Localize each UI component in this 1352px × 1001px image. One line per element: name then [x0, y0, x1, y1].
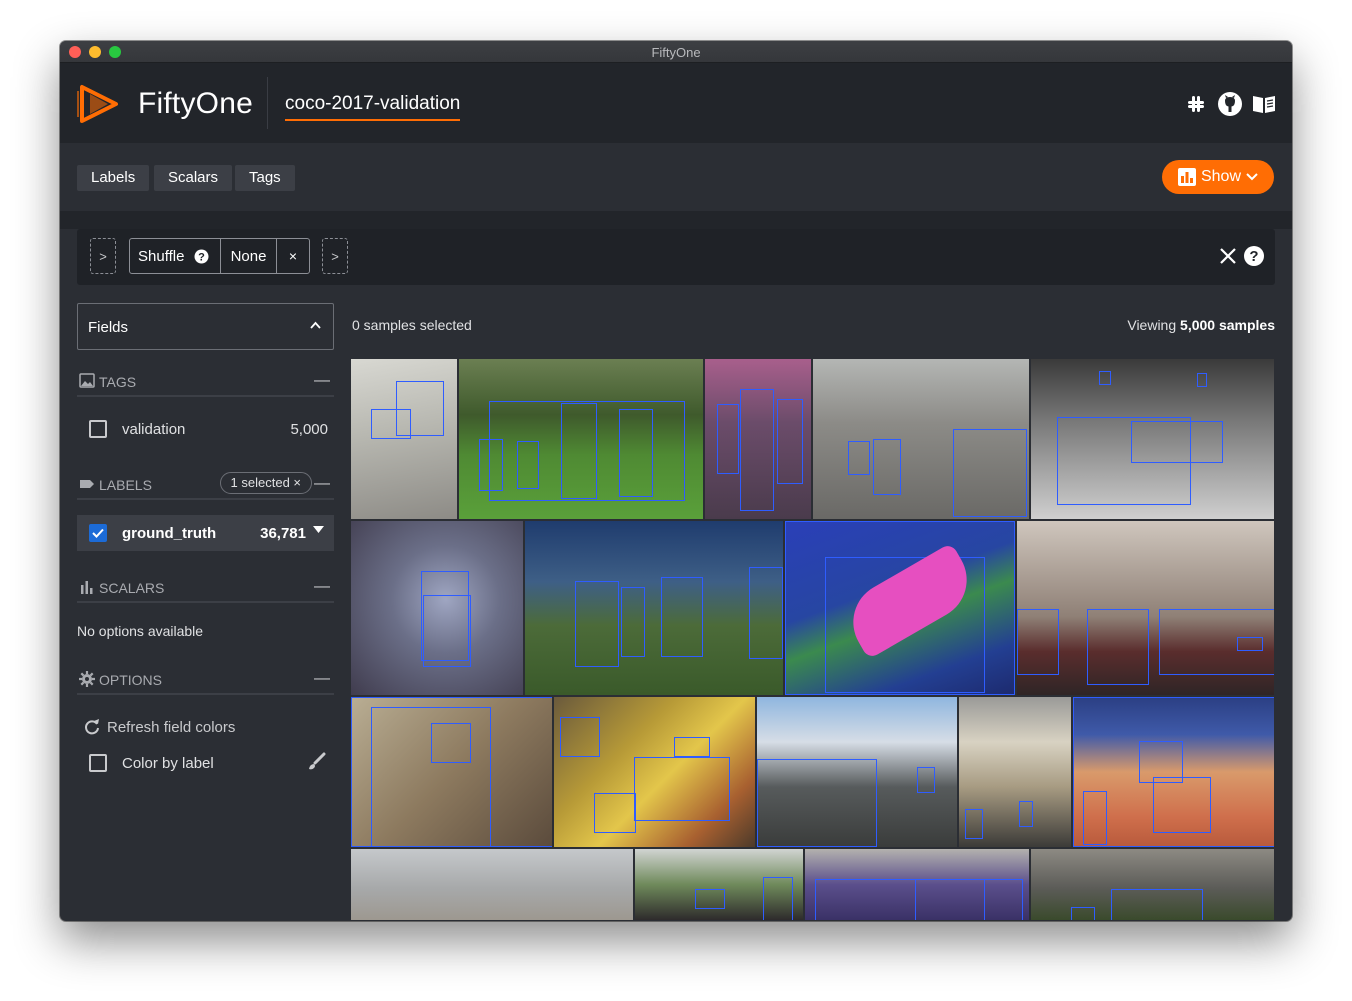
sample-tile[interactable] — [1030, 848, 1275, 921]
refresh-icon — [85, 719, 99, 735]
remove-stage-button[interactable]: × — [277, 239, 309, 273]
scalars-section-header[interactable]: SCALARS — — [77, 573, 334, 603]
labels-selected-chip[interactable]: 1 selected × — [219, 472, 312, 494]
app-window: FiftyOne FiftyOne coco-2017-validation L… — [60, 41, 1292, 921]
sample-tile[interactable] — [1030, 358, 1275, 520]
options-section-header[interactable]: OPTIONS — — [77, 665, 334, 695]
sample-tile[interactable] — [634, 848, 804, 921]
chevron-down-icon — [1246, 173, 1258, 181]
collapse-tags-button[interactable]: — — [314, 372, 330, 390]
window-title: FiftyOne — [651, 45, 701, 60]
label-count: 36,781 — [260, 525, 306, 542]
gear-icon — [79, 671, 95, 687]
tags-section-title: TAGS — [99, 374, 137, 390]
sample-tile[interactable] — [350, 696, 553, 848]
tab-tags[interactable]: Tags — [235, 165, 295, 191]
fields-label: Fields — [88, 319, 129, 336]
tag-count: 5,000 — [290, 421, 328, 438]
scalars-empty-text: No options available — [77, 623, 204, 639]
show-button-label: Show — [1200, 168, 1242, 185]
viewing-count-text: Viewing 5,000 samples — [1127, 317, 1275, 333]
sample-grid-panel: 0 samples selected Viewing 5,000 samples — [350, 303, 1275, 921]
labels-section-title: LABELS — [99, 477, 152, 493]
tag-checkbox[interactable] — [89, 420, 107, 438]
sample-tile[interactable] — [350, 358, 458, 520]
options-section-title: OPTIONS — [99, 672, 163, 688]
show-button[interactable]: Show — [1162, 160, 1274, 194]
sample-tile[interactable] — [1016, 520, 1275, 696]
add-stage-button[interactable]: > — [90, 238, 116, 274]
title-bar: FiftyOne — [60, 41, 1292, 63]
collapse-labels-button[interactable]: — — [314, 475, 330, 493]
sample-tile[interactable] — [756, 696, 958, 848]
label-row-ground-truth[interactable]: ground_truth 36,781 — [77, 515, 334, 551]
sample-tile[interactable] — [784, 520, 1016, 696]
color-by-label-checkbox[interactable] — [89, 754, 107, 772]
scalars-section-title: SCALARS — [99, 580, 165, 596]
label-tag-icon — [80, 480, 94, 488]
refresh-field-colors-button[interactable]: Refresh field colors — [77, 716, 334, 746]
refresh-field-colors-label: Refresh field colors — [107, 719, 236, 736]
tab-labels[interactable]: Labels — [77, 165, 150, 191]
collapse-options-button[interactable]: — — [314, 670, 330, 688]
paint-brush-icon[interactable] — [306, 752, 326, 772]
help-icon[interactable]: ? — [194, 249, 209, 264]
label-checkbox[interactable] — [89, 524, 107, 542]
tags-section-header[interactable]: TAGS — — [77, 367, 334, 397]
labels-section-header[interactable]: LABELS 1 selected × — — [77, 470, 334, 500]
color-by-label-text: Color by label — [122, 755, 214, 772]
sample-tile[interactable] — [704, 358, 812, 520]
chevron-up-icon — [310, 321, 321, 329]
caret-down-icon[interactable] — [313, 526, 324, 533]
sample-tile[interactable] — [350, 848, 634, 921]
docs-book-icon[interactable] — [1250, 91, 1278, 117]
sample-tile[interactable] — [1072, 696, 1275, 848]
collapse-scalars-button[interactable]: — — [314, 578, 330, 596]
dataset-selector[interactable]: coco-2017-validation — [285, 93, 461, 121]
color-by-label-row[interactable]: Color by label — [77, 745, 334, 781]
viewing-prefix: Viewing — [1127, 317, 1177, 333]
image-icon — [79, 373, 95, 388]
stage-param-input[interactable]: None — [221, 239, 277, 273]
tag-row-validation[interactable]: validation 5,000 — [77, 411, 334, 447]
samples-selected-text: 0 samples selected — [352, 317, 472, 333]
sample-tile[interactable] — [812, 358, 1030, 520]
app-name[interactable]: FiftyOne — [138, 87, 253, 121]
checkmark-icon — [92, 528, 104, 538]
app-header: FiftyOne coco-2017-validation — [60, 63, 1292, 143]
tabs-bar: Labels Scalars Tags Show — [60, 143, 1292, 211]
bar-chart-icon — [81, 581, 93, 594]
stage-name[interactable]: Shuffle ? — [130, 239, 221, 273]
fields-dropdown[interactable]: Fields — [77, 303, 334, 350]
label-name: ground_truth — [122, 525, 217, 542]
view-bar: > Shuffle ? None × > ? — [77, 229, 1275, 285]
tag-name: validation — [122, 421, 186, 438]
sample-tile[interactable] — [524, 520, 784, 696]
sample-tile[interactable] — [350, 520, 524, 696]
viewing-count: 5,000 samples — [1180, 317, 1275, 333]
bar-chart-icon — [1177, 168, 1196, 186]
stage-name-label: Shuffle — [138, 247, 185, 265]
sample-tile[interactable] — [458, 358, 704, 520]
sample-tile[interactable] — [804, 848, 1030, 921]
fiftyone-logo-icon[interactable] — [76, 81, 122, 127]
tab-scalars[interactable]: Scalars — [154, 165, 233, 191]
add-stage-button-end[interactable]: > — [322, 238, 348, 274]
view-stage-shuffle[interactable]: Shuffle ? None × — [129, 238, 310, 274]
clear-view-icon[interactable] — [1219, 247, 1237, 265]
help-icon[interactable]: ? — [1243, 245, 1265, 267]
github-icon[interactable] — [1216, 91, 1244, 117]
sample-grid — [350, 358, 1275, 921]
stage-divider — [60, 211, 1292, 229]
svg-text:?: ? — [199, 251, 206, 263]
sample-tile[interactable] — [553, 696, 756, 848]
sample-tile[interactable] — [958, 696, 1072, 848]
header-divider — [267, 77, 268, 129]
svg-text:?: ? — [1249, 248, 1258, 265]
slack-icon[interactable] — [1182, 91, 1210, 117]
